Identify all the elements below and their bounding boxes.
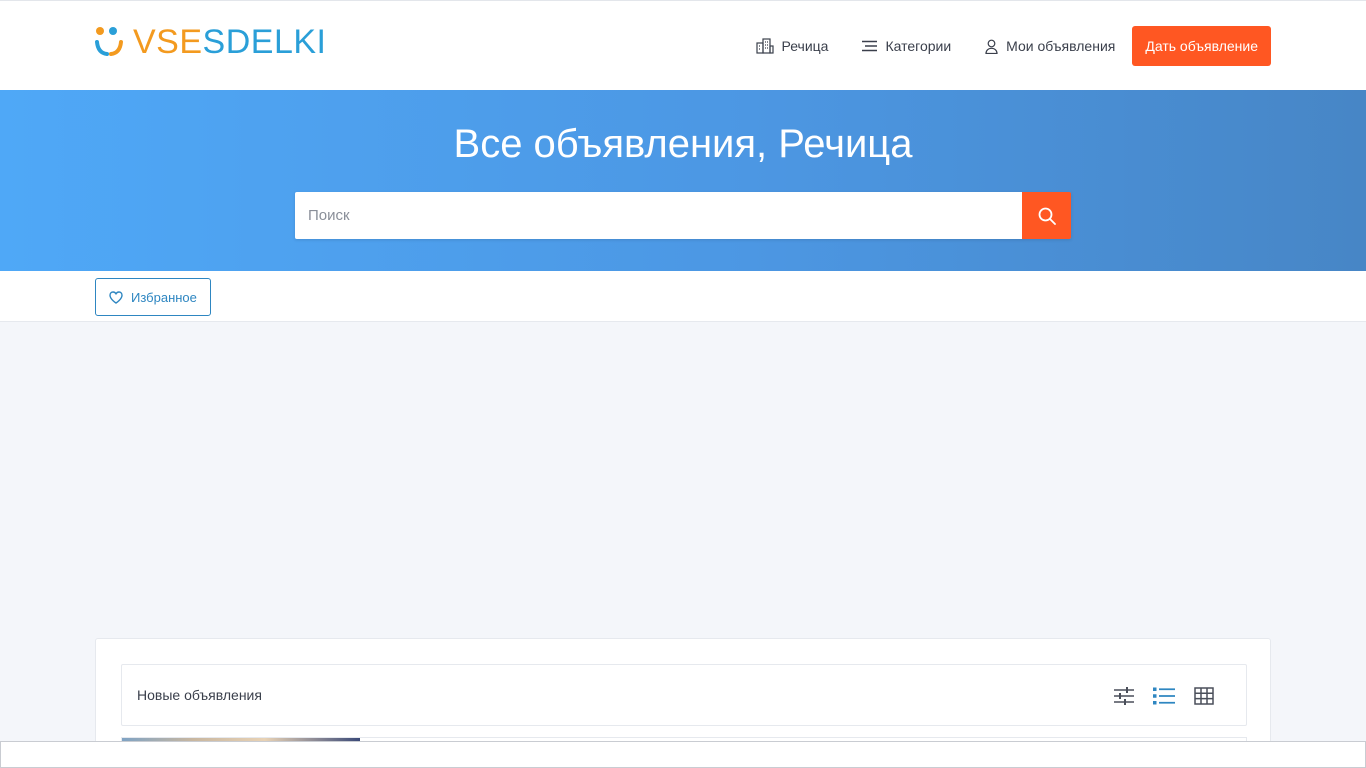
page-title: Все объявления, Речица — [453, 122, 913, 166]
grid-view-icon — [1194, 687, 1214, 705]
grid-view-button[interactable] — [1192, 684, 1216, 708]
listings-title: Новые объявления — [137, 687, 262, 703]
post-ad-button[interactable]: Дать объявление — [1132, 26, 1271, 66]
nav-item-my-ads-label: Мои объявления — [1006, 38, 1116, 54]
city-icon — [755, 38, 774, 54]
nav-item-my-ads[interactable]: Мои объявления — [985, 38, 1115, 54]
nav-item-city[interactable]: Речица — [755, 38, 829, 54]
hero-banner: Все объявления, Речица — [0, 90, 1366, 271]
nav-item-city-label: Речица — [781, 38, 829, 54]
bottom-panel — [0, 741, 1366, 768]
list-view-button[interactable] — [1152, 684, 1176, 708]
listings-header: Новые объявления — [121, 664, 1247, 726]
search-icon — [1038, 207, 1056, 225]
favorites-button[interactable]: Избранное — [95, 278, 211, 316]
list-view-icon — [1153, 687, 1175, 705]
logo-mark-icon — [95, 26, 129, 58]
filters-icon — [1114, 687, 1134, 705]
heart-icon — [109, 290, 123, 304]
nav-item-categories[interactable]: Категории — [862, 38, 951, 54]
search-button[interactable] — [1022, 192, 1071, 239]
nav-item-categories-label: Категории — [885, 38, 952, 54]
logo-text-part2: SDELKI — [202, 23, 327, 61]
search-input[interactable] — [295, 192, 1022, 239]
logo-text-part1: VSE — [133, 23, 203, 61]
site-header: VSESDELKI Речица Категории Мои объявлени… — [0, 0, 1366, 90]
view-mode-switcher — [1096, 684, 1216, 708]
site-logo[interactable]: VSESDELKI — [95, 25, 327, 59]
sub-toolbar: Избранное — [0, 271, 1366, 322]
logo-text: VSESDELKI — [133, 25, 327, 59]
main-nav: Речица Категории Мои объявления Дать объ… — [755, 26, 1271, 66]
favorites-label: Избранное — [131, 289, 197, 305]
user-icon — [985, 39, 998, 54]
search-bar — [295, 192, 1071, 239]
filters-button[interactable] — [1112, 684, 1136, 708]
menu-icon — [862, 40, 878, 52]
